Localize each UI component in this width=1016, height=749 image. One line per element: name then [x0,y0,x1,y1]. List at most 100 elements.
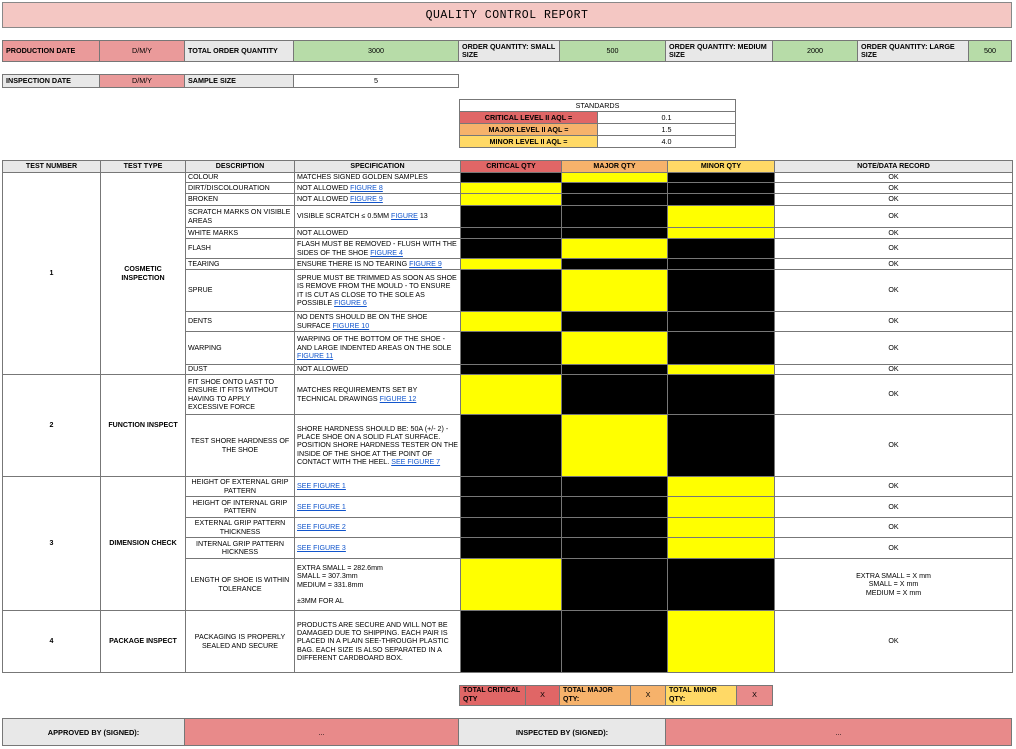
minor-qty-cell[interactable] [667,205,775,228]
figure-link[interactable]: SEE FIGURE 7 [391,458,440,466]
col-major-qty: MAJOR QTY [561,160,668,173]
spec-text: NOT ALLOWED [297,183,349,192]
critical-qty-cell[interactable] [460,258,562,270]
note-cell[interactable]: OK [774,311,1013,332]
approved-by-value[interactable]: ... [184,718,459,746]
total-major-value[interactable]: X [630,685,666,706]
major-qty-cell [561,610,668,673]
note-cell[interactable]: OK [774,496,1013,518]
minor-aql-value: 4.0 [597,135,736,148]
description-cell: TEST SHORE HARDNESS OF THE SHOE [185,414,295,477]
figure-link[interactable]: FIGURE 10 [333,322,370,330]
minor-qty-cell[interactable] [667,517,775,538]
note-cell[interactable]: OK [774,238,1013,259]
spec-line [297,589,458,597]
major-qty-cell[interactable] [561,414,668,477]
minor-qty-cell[interactable] [667,610,775,673]
note-cell[interactable]: OK [774,517,1013,538]
standards-header: STANDARDS [459,99,736,112]
production-date-value[interactable]: D/M/Y [99,40,185,62]
note-cell[interactable]: OK [774,610,1013,673]
qc-table: TEST NUMBER TEST TYPE DESCRIPTION SPECIF… [2,160,1013,673]
sample-size-label: SAMPLE SIZE [184,74,294,88]
col-note: NOTE/DATA RECORD [774,160,1013,173]
note-cell[interactable]: OK [774,476,1013,497]
note-cell[interactable]: OK [774,205,1013,228]
inspected-by-label: INSPECTED BY (SIGNED): [458,718,666,746]
figure-link[interactable]: FIGURE 12 [380,395,417,403]
note-cell[interactable]: OK [774,172,1013,183]
spec-line: EXTRA SMALL = 282.6mm [297,563,383,572]
major-qty-cell [561,205,668,228]
spec-text: PRODUCTS ARE SECURE AND WILL NOT BE DAMA… [297,620,449,663]
figure-link[interactable]: SEE FIGURE 3 [297,544,346,552]
minor-qty-cell[interactable] [667,537,775,559]
minor-qty-cell[interactable] [667,476,775,497]
note-cell[interactable]: OK [774,364,1013,375]
specification-cell: NOT ALLOWED [294,364,461,375]
minor-qty-cell[interactable] [667,496,775,518]
order-small-value[interactable]: 500 [559,40,666,62]
description-cell: FIT SHOE ONTO LAST TO ENSURE IT FITS WIT… [185,374,295,415]
spec-line: ±3MM FOR AL [297,596,344,605]
specification-cell: NOT ALLOWED FIGURE 9 [294,193,461,206]
figure-link[interactable]: FIGURE 4 [370,249,403,257]
minor-qty-cell[interactable] [667,364,775,375]
description-cell: FLASH [185,238,295,259]
specification-cell: WARPING OF THE BOTTOM OF THE SHOE - AND … [294,331,461,365]
figure-link[interactable]: SEE FIGURE 2 [297,523,346,531]
figure-link[interactable]: SEE FIGURE 1 [297,482,346,490]
note-cell[interactable]: OK [774,331,1013,365]
major-qty-cell[interactable] [561,172,668,183]
minor-qty-cell [667,331,775,365]
note-line: EXTRA SMALL = X mm [856,571,931,580]
col-specification: SPECIFICATION [294,160,461,173]
figure-link[interactable]: FIGURE 6 [334,299,367,307]
major-qty-cell[interactable] [561,269,668,312]
critical-qty-cell [460,364,562,375]
specification-cell: PRODUCTS ARE SECURE AND WILL NOT BE DAMA… [294,610,461,673]
total-critical-value[interactable]: X [525,685,560,706]
critical-qty-cell [460,414,562,477]
table-row: 4 PACKAGE INSPECT PACKAGING IS PROPERLY SE… [2,610,1013,673]
note-cell[interactable]: OK [774,374,1013,415]
figure-link[interactable]: FIGURE [391,212,418,220]
inspection-date-value[interactable]: D/M/Y [99,74,185,88]
sample-size-value[interactable]: 5 [293,74,459,88]
major-qty-cell[interactable] [561,238,668,259]
figure-link[interactable]: SEE FIGURE 1 [297,503,346,511]
total-order-qty-value[interactable]: 3000 [293,40,459,62]
inspected-by-value[interactable]: ... [665,718,1012,746]
note-cell[interactable]: EXTRA SMALL = X mm SMALL = X mm MEDIUM = X… [774,558,1013,611]
critical-qty-cell[interactable] [460,182,562,194]
order-medium-value[interactable]: 2000 [772,40,858,62]
figure-link[interactable]: FIGURE 8 [350,184,383,192]
total-minor-value[interactable]: X [736,685,773,706]
note-cell[interactable]: OK [774,193,1013,206]
specification-cell: MATCHES SIGNED GOLDEN SAMPLES [294,172,461,183]
critical-qty-cell [460,331,562,365]
note-cell[interactable]: OK [774,182,1013,194]
critical-qty-cell[interactable] [460,311,562,332]
description-cell: HEIGHT OF EXTERNAL GRIP PATTERN [185,476,295,497]
figure-link[interactable]: FIGURE 9 [409,260,442,268]
figure-link[interactable]: FIGURE 11 [297,352,333,360]
figure-link[interactable]: FIGURE 9 [350,195,383,203]
order-small-label: ORDER QUANTITY: SMALL SIZE [458,40,560,62]
note-cell[interactable]: OK [774,269,1013,312]
major-qty-cell [561,193,668,206]
major-aql-label: MAJOR LEVEL II AQL = [459,123,598,136]
spec-text: VISIBLE SCRATCH ≤ 0.5MM [297,212,390,221]
note-cell[interactable]: OK [774,258,1013,270]
note-cell[interactable]: OK [774,537,1013,559]
description-cell: WHITE MARKS [185,227,295,239]
critical-qty-cell[interactable] [460,374,562,415]
minor-qty-cell[interactable] [667,227,775,239]
critical-qty-cell[interactable] [460,558,562,611]
specification-cell: ENSURE THERE IS NO TEARING FIGURE 9 [294,258,461,270]
note-cell[interactable]: OK [774,414,1013,477]
note-cell[interactable]: OK [774,227,1013,239]
order-large-value[interactable]: 500 [968,40,1012,62]
critical-qty-cell[interactable] [460,193,562,206]
major-qty-cell[interactable] [561,331,668,365]
